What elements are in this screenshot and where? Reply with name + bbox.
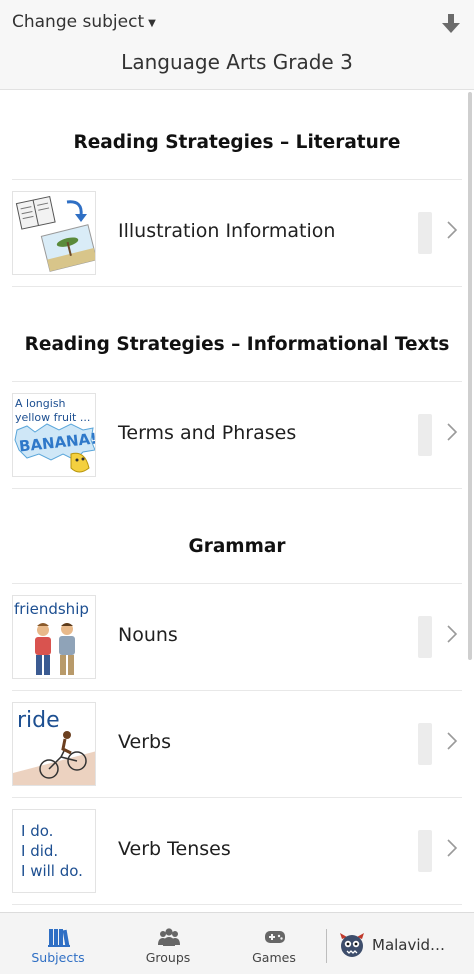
tab-groups[interactable]: Groups (116, 913, 220, 974)
tab-label: Games (252, 950, 296, 965)
section-title-informational-texts: Reading Strategies – Informational Texts (24, 334, 450, 355)
chevron-right-icon (447, 732, 458, 750)
list-item-label: Illustration Information (118, 220, 336, 242)
chevron-right-icon (447, 839, 458, 857)
nouns-thumbnail: friendship (12, 595, 96, 679)
list-item-verbs[interactable]: ride Verbs (12, 691, 462, 797)
list-item-label: Verbs (118, 731, 171, 753)
list-item-illustration-information[interactable]: Illustration Information (12, 180, 462, 286)
verbs-thumbnail: ride (12, 702, 96, 786)
download-icon[interactable] (440, 12, 462, 36)
top-header: Change subject ▼ Language Arts Grade 3 (0, 0, 474, 90)
lesson-list[interactable]: Reading Strategies – Literature Illustra… (0, 90, 474, 912)
change-subject-dropdown[interactable]: Change subject ▼ (12, 12, 156, 32)
terms-and-phrases-thumbnail: A longish yellow fruit ... BANANA! (12, 393, 96, 477)
divider (12, 904, 462, 905)
profile-name: Malavid… (372, 936, 446, 954)
drag-handle[interactable] (418, 830, 432, 872)
tab-label: Subjects (31, 950, 85, 965)
gamepad-icon (265, 931, 285, 943)
tab-games[interactable]: Games (222, 913, 326, 974)
thumb-text: ride (17, 708, 60, 733)
illustration-information-thumbnail (12, 191, 96, 275)
monster-avatar-icon (340, 933, 364, 957)
bottom-tab-bar: Subjects Groups Games Malavid… (0, 912, 474, 974)
thumb-text: yellow fruit ... (15, 411, 90, 424)
list-item-terms-and-phrases[interactable]: A longish yellow fruit ... BANANA! Terms… (12, 382, 462, 488)
drag-handle[interactable] (418, 212, 432, 254)
page-title: Language Arts Grade 3 (121, 50, 353, 74)
divider (12, 488, 462, 489)
people-icon (158, 928, 180, 946)
list-item-label: Verb Tenses (118, 838, 231, 860)
chevron-down-icon: ▼ (148, 18, 156, 29)
thumb-text: friendship (14, 600, 89, 618)
chevron-right-icon (447, 221, 458, 239)
list-item-nouns[interactable]: friendship Nouns (12, 584, 462, 690)
thumb-text: I will do. (21, 862, 83, 880)
scrollbar[interactable] (468, 92, 472, 660)
section-title-literature: Reading Strategies – Literature (73, 132, 401, 153)
thumb-text: A longish (15, 397, 66, 410)
list-item-label: Terms and Phrases (118, 422, 297, 444)
verb-tenses-thumbnail: I do. I did. I will do. (12, 809, 96, 893)
profile-button[interactable]: Malavid… (338, 913, 468, 974)
books-icon (48, 929, 70, 947)
chevron-right-icon (447, 625, 458, 643)
change-subject-label: Change subject (12, 12, 145, 32)
drag-handle[interactable] (418, 616, 432, 658)
list-item-verb-tenses[interactable]: I do. I did. I will do. Verb Tenses (12, 798, 462, 904)
tab-separator (326, 929, 327, 963)
tab-label: Groups (145, 950, 191, 965)
chevron-right-icon (447, 423, 458, 441)
tab-subjects[interactable]: Subjects (6, 913, 110, 974)
drag-handle[interactable] (418, 723, 432, 765)
list-item-label: Nouns (118, 624, 178, 646)
divider (12, 286, 462, 287)
thumb-text: I do. (21, 822, 53, 840)
drag-handle[interactable] (418, 414, 432, 456)
thumb-text: I did. (21, 842, 58, 860)
section-title-grammar: Grammar (188, 536, 286, 557)
